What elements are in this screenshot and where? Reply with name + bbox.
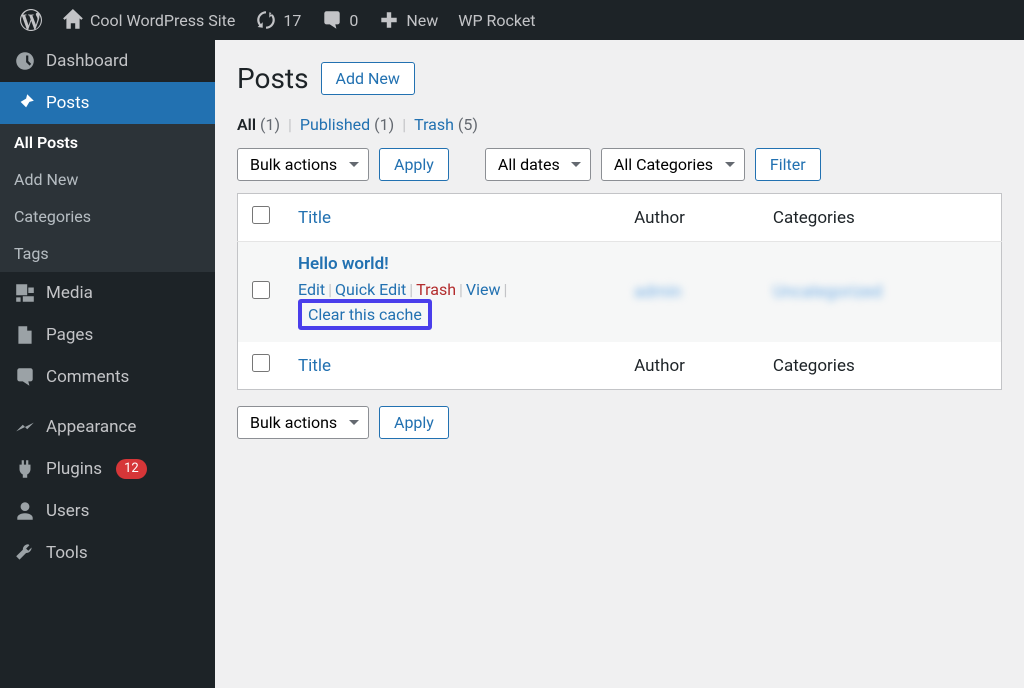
column-categories-footer: Categories <box>759 342 1002 390</box>
sidebar-item-plugins[interactable]: Plugins 12 <box>0 448 215 490</box>
update-icon <box>255 9 277 31</box>
site-name: Cool WordPress Site <box>90 11 235 30</box>
apply-bulk-button[interactable]: Apply <box>379 148 449 181</box>
column-title-footer[interactable]: Title <box>298 356 331 376</box>
comments-icon <box>14 366 36 388</box>
wordpress-logo-link[interactable] <box>10 0 52 40</box>
action-view[interactable]: View <box>466 280 501 299</box>
filter-button[interactable]: Filter <box>755 148 821 181</box>
wp-rocket-label: WP Rocket <box>458 11 535 30</box>
new-label: New <box>406 11 438 30</box>
select-all-checkbox-footer[interactable] <box>252 354 270 372</box>
column-categories: Categories <box>759 194 1002 242</box>
posts-table: Title Author Categories Hello world! Edi… <box>237 193 1002 390</box>
submenu-tags[interactable]: Tags <box>0 235 215 272</box>
wordpress-icon <box>20 9 42 31</box>
bulk-actions-select-bottom[interactable]: Bulk actions <box>237 406 369 439</box>
admin-sidebar: Dashboard Posts All Posts Add New Catego… <box>0 40 215 688</box>
categories-cell: Uncategorized <box>773 282 882 302</box>
submenu-categories[interactable]: Categories <box>0 198 215 235</box>
sidebar-label-users: Users <box>46 501 89 521</box>
sidebar-item-tools[interactable]: Tools <box>0 532 215 574</box>
sidebar-label-comments: Comments <box>46 367 129 387</box>
sidebar-label-tools: Tools <box>46 543 88 563</box>
column-author: Author <box>620 194 759 242</box>
wp-rocket-link[interactable]: WP Rocket <box>448 0 545 40</box>
sidebar-item-comments[interactable]: Comments <box>0 356 215 398</box>
new-content-link[interactable]: New <box>368 0 448 40</box>
comments-count: 0 <box>349 11 358 30</box>
add-new-button[interactable]: Add New <box>321 62 415 95</box>
plus-icon <box>378 9 400 31</box>
page-title: Posts <box>237 62 309 95</box>
home-icon <box>62 9 84 31</box>
action-clear-cache[interactable]: Clear this cache <box>308 305 422 324</box>
author-cell: admin <box>634 282 681 302</box>
comment-icon <box>321 9 343 31</box>
sidebar-item-dashboard[interactable]: Dashboard <box>0 40 215 82</box>
dashboard-icon <box>14 50 36 72</box>
submenu-all-posts[interactable]: All Posts <box>0 124 215 161</box>
sidebar-item-appearance[interactable]: Appearance <box>0 406 215 448</box>
updates-count: 17 <box>283 11 301 30</box>
post-title-link[interactable]: Hello world! <box>298 254 389 274</box>
pin-icon <box>14 92 36 114</box>
row-checkbox[interactable] <box>252 281 270 299</box>
visit-site-link[interactable]: Cool WordPress Site <box>52 0 245 40</box>
categories-select[interactable]: All Categories <box>601 148 745 181</box>
action-trash[interactable]: Trash <box>416 280 456 299</box>
media-icon <box>14 282 36 304</box>
dates-select[interactable]: All dates <box>485 148 591 181</box>
posts-submenu: All Posts Add New Categories Tags <box>0 124 215 272</box>
column-title[interactable]: Title <box>298 208 331 228</box>
sidebar-item-media[interactable]: Media <box>0 272 215 314</box>
sidebar-label-media: Media <box>46 283 93 303</box>
users-icon <box>14 500 36 522</box>
sidebar-label-appearance: Appearance <box>46 417 136 437</box>
submenu-add-new[interactable]: Add New <box>0 161 215 198</box>
sidebar-item-users[interactable]: Users <box>0 490 215 532</box>
plugins-icon <box>14 458 36 480</box>
post-status-filters: All (1) | Published (1) | Trash (5) <box>237 115 1002 134</box>
filter-all-count: (1) <box>260 115 280 134</box>
filter-published-count: (1) <box>374 115 394 134</box>
select-all-checkbox[interactable] <box>252 206 270 224</box>
sidebar-label-plugins: Plugins <box>46 459 102 479</box>
appearance-icon <box>14 416 36 438</box>
row-actions: Edit|Quick Edit|Trash|View|Clear this ca… <box>298 280 606 330</box>
pages-icon <box>14 324 36 346</box>
main-content: Posts Add New All (1) | Published (1) | … <box>215 40 1024 688</box>
filter-all[interactable]: All <box>237 115 256 134</box>
sidebar-item-pages[interactable]: Pages <box>0 314 215 356</box>
action-quick-edit[interactable]: Quick Edit <box>335 280 406 299</box>
apply-bulk-button-bottom[interactable]: Apply <box>379 406 449 439</box>
table-row: Hello world! Edit|Quick Edit|Trash|View|… <box>238 242 1002 343</box>
column-author-footer: Author <box>620 342 759 390</box>
sidebar-label-posts: Posts <box>46 93 89 113</box>
updates-link[interactable]: 17 <box>245 0 311 40</box>
filter-trash-count: (5) <box>458 115 478 134</box>
bulk-actions-select[interactable]: Bulk actions <box>237 148 369 181</box>
sidebar-label-pages: Pages <box>46 325 93 345</box>
sidebar-item-posts[interactable]: Posts <box>0 82 215 124</box>
action-edit[interactable]: Edit <box>298 280 325 299</box>
tools-icon <box>14 542 36 564</box>
filter-trash[interactable]: Trash <box>414 115 454 134</box>
filter-published[interactable]: Published <box>300 115 370 134</box>
comments-link[interactable]: 0 <box>311 0 368 40</box>
admin-toolbar: Cool WordPress Site 17 0 New WP Rocket <box>0 0 1024 40</box>
sidebar-label-dashboard: Dashboard <box>46 51 128 71</box>
plugins-badge: 12 <box>116 459 147 479</box>
